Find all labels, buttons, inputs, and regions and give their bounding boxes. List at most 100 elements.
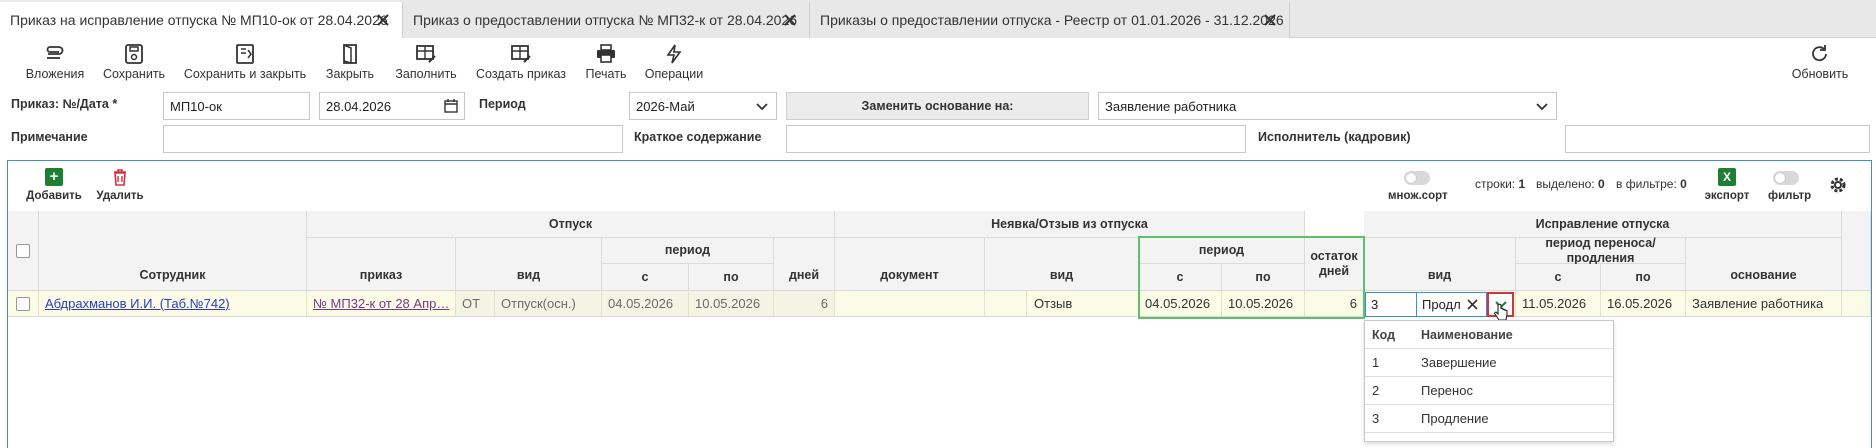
add-row-button[interactable]: + Добавить: [26, 168, 82, 202]
table-edit-icon: [416, 45, 436, 63]
remaining-cell[interactable]: 6: [1305, 291, 1364, 317]
replace-basis-button[interactable]: Заменить основание на:: [786, 92, 1089, 120]
dropdown-option[interactable]: 2 Перенос: [1365, 377, 1613, 405]
door-icon: [343, 44, 357, 64]
tab-registry[interactable]: Приказы о предоставлении отпуска - Реест…: [810, 2, 1290, 38]
executor-label: Исполнитель (кадровик): [1258, 130, 1411, 144]
order-link[interactable]: № МП32-к от 28 Апр…: [313, 296, 449, 311]
absence-to-header[interactable]: по: [1222, 264, 1305, 291]
calendar-icon[interactable]: [444, 99, 458, 113]
absence-kind-header[interactable]: вид: [985, 238, 1139, 291]
correction-code-input[interactable]: 3: [1365, 292, 1417, 317]
note-field[interactable]: [163, 125, 623, 153]
period-label: Период: [479, 97, 526, 111]
save-label: Сохранить: [102, 67, 166, 81]
plus-icon: +: [45, 168, 63, 186]
basis-select[interactable]: Заявление работника: [1098, 92, 1557, 120]
selected-count: 0: [1597, 177, 1605, 191]
operations-button[interactable]: Операции: [644, 44, 704, 82]
multisort-toggle[interactable]: [1404, 171, 1430, 185]
tab-grant-order[interactable]: Приказ о предоставлении отпуска № МП32-к…: [403, 2, 810, 38]
to-cell: 10.05.2026: [689, 291, 774, 317]
tab-correction-order[interactable]: Приказ на исправление отпуска № МП10-ок …: [0, 2, 403, 38]
summary-field[interactable]: [786, 125, 1246, 153]
order-label: Приказ: №/Дата *: [11, 97, 118, 111]
floppy-icon: [125, 44, 143, 64]
basis-cell[interactable]: Заявление работника: [1686, 291, 1842, 317]
transfer-from-cell[interactable]: 11.05.2026: [1516, 291, 1601, 317]
absence-to-cell[interactable]: 10.05.2026: [1222, 291, 1305, 317]
save-button[interactable]: Сохранить: [103, 44, 165, 82]
close-icon[interactable]: [1261, 11, 1279, 29]
order-cell[interactable]: № МП32-к от 28 Апр…: [307, 291, 456, 317]
close-button[interactable]: Закрыть: [323, 44, 377, 82]
employee-link[interactable]: Абдрахманов И.И. (Таб.№742): [45, 296, 230, 311]
table-edit-icon: [511, 45, 531, 63]
close-icon[interactable]: [781, 11, 799, 29]
transfer-to-header[interactable]: по: [1601, 264, 1686, 291]
transfer-period-header: период переноса/продления: [1516, 236, 1686, 265]
delete-row-label: Удалить: [96, 190, 144, 202]
to-header[interactable]: по: [689, 264, 774, 291]
basis-header[interactable]: основание: [1686, 238, 1842, 291]
option-name: Перенос: [1421, 383, 1473, 398]
employee-header[interactable]: Сотрудник: [39, 211, 307, 291]
employee-cell[interactable]: Абдрахманов И.И. (Таб.№742): [39, 291, 307, 317]
kind-header[interactable]: вид: [456, 238, 602, 291]
lightning-icon: [666, 44, 682, 64]
absence-from-cell[interactable]: 04.05.2026: [1139, 291, 1222, 317]
refresh-icon: [1812, 45, 1827, 62]
document-cell[interactable]: [835, 291, 985, 317]
row-checkbox[interactable]: [16, 296, 30, 311]
name-column-header: Наименование: [1421, 327, 1513, 342]
absence-group-header: Неявка/Отзыв из отпуска: [835, 211, 1305, 238]
period-select[interactable]: 2026-Май: [629, 92, 777, 120]
order-number-value: МП10-ок: [170, 98, 222, 114]
rows-stat: строки: 1: [1475, 177, 1525, 191]
document-header[interactable]: документ: [835, 238, 985, 291]
option-name: Завершение: [1421, 355, 1497, 370]
option-code: 1: [1372, 355, 1380, 370]
option-name: Продление: [1421, 411, 1489, 426]
code-column-header: Код: [1372, 327, 1396, 342]
remaining-days-header[interactable]: остаток дней: [1305, 238, 1364, 291]
extra-cell: [1842, 291, 1871, 317]
gear-icon[interactable]: [1827, 174, 1849, 196]
dropdown-header-row: Код Наименование: [1365, 321, 1613, 349]
transfer-from-header[interactable]: с: [1516, 264, 1601, 291]
absence-kind-code-cell[interactable]: [985, 291, 1027, 317]
correction-kind-header[interactable]: вид: [1364, 238, 1516, 291]
attachments-label: Вложения: [25, 67, 85, 81]
selected-label: выделено:: [1536, 177, 1595, 191]
option-code: 2: [1372, 383, 1380, 398]
close-icon[interactable]: [374, 11, 392, 29]
transfer-to-cell[interactable]: 16.05.2026: [1601, 291, 1686, 317]
dropdown-option[interactable]: 3 Продление: [1365, 405, 1613, 433]
fill-button[interactable]: Заполнить: [394, 44, 458, 82]
absence-from-header[interactable]: с: [1139, 264, 1222, 291]
from-cell: 04.05.2026: [602, 291, 689, 317]
filtered-stat: в фильтре: 0: [1616, 177, 1687, 191]
print-button[interactable]: Печать: [584, 44, 628, 82]
from-header[interactable]: с: [602, 264, 689, 291]
order-header[interactable]: приказ: [307, 238, 456, 291]
correction-kind-dropdown: Код Наименование 1 Завершение 2 Перенос …: [1364, 320, 1614, 442]
clear-icon[interactable]: [1466, 298, 1479, 311]
filtered-label: в фильтре:: [1616, 177, 1677, 191]
export-button[interactable]: X экспорт: [1704, 168, 1750, 202]
refresh-button[interactable]: Обновить: [1790, 44, 1850, 82]
order-number-field[interactable]: МП10-ок: [163, 92, 310, 120]
days-header[interactable]: дней: [774, 238, 835, 291]
order-date-value: 28.04.2026: [326, 98, 392, 114]
filtered-count: 0: [1680, 177, 1687, 191]
executor-field[interactable]: [1565, 125, 1870, 153]
save-and-close-button[interactable]: Сохранить и закрыть: [183, 44, 307, 82]
attachments-button[interactable]: Вложения: [25, 44, 85, 82]
filter-toggle[interactable]: [1773, 171, 1799, 185]
create-order-button[interactable]: Создать приказ: [474, 44, 568, 82]
absence-kind-cell[interactable]: Отзыв: [1027, 291, 1139, 317]
delete-row-button[interactable]: Удалить: [94, 168, 146, 202]
order-date-field[interactable]: 28.04.2026: [319, 92, 465, 120]
select-all-checkbox[interactable]: [16, 243, 30, 258]
dropdown-option[interactable]: 1 Завершение: [1365, 349, 1613, 377]
